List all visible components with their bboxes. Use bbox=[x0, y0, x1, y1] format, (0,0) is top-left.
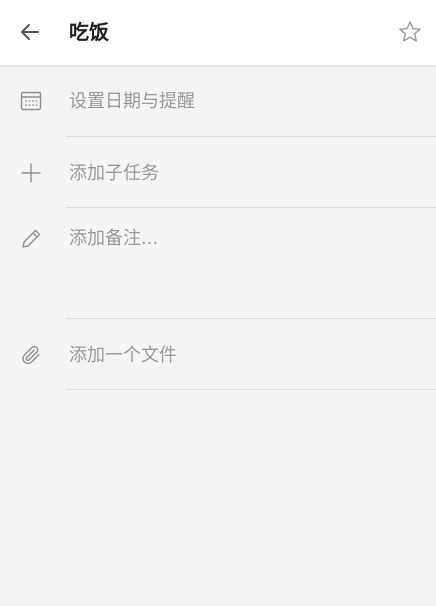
add-subtask-label: 添加子任务 bbox=[69, 163, 159, 184]
add-file-row[interactable]: 添加一个文件 bbox=[0, 319, 436, 390]
app-header: 吃饭 bbox=[0, 0, 436, 65]
plus-icon bbox=[18, 160, 44, 186]
task-detail-list: 设置日期与提醒 添加子任务 添加备注... 添加一个文件 bbox=[0, 65, 436, 390]
row-divider bbox=[66, 389, 436, 390]
add-file-label: 添加一个文件 bbox=[69, 345, 177, 366]
task-title[interactable]: 吃饭 bbox=[69, 18, 109, 46]
add-note-row[interactable]: 添加备注... bbox=[0, 208, 436, 319]
task-detail-screen: 吃饭 设置日期与提醒 添加子任务 添加备注... 添加一个文件 bbox=[0, 0, 436, 606]
pencil-icon bbox=[18, 226, 44, 252]
back-button[interactable] bbox=[10, 12, 50, 52]
add-subtask-row[interactable]: 添加子任务 bbox=[0, 137, 436, 208]
set-due-date-row[interactable]: 设置日期与提醒 bbox=[0, 65, 436, 137]
add-note-label: 添加备注... bbox=[69, 228, 159, 249]
calendar-icon bbox=[18, 88, 44, 114]
favorite-button[interactable] bbox=[390, 12, 430, 52]
paperclip-icon bbox=[18, 342, 44, 368]
set-due-date-label: 设置日期与提醒 bbox=[69, 91, 195, 112]
arrow-left-icon bbox=[21, 24, 39, 40]
star-outline-icon bbox=[399, 21, 421, 42]
